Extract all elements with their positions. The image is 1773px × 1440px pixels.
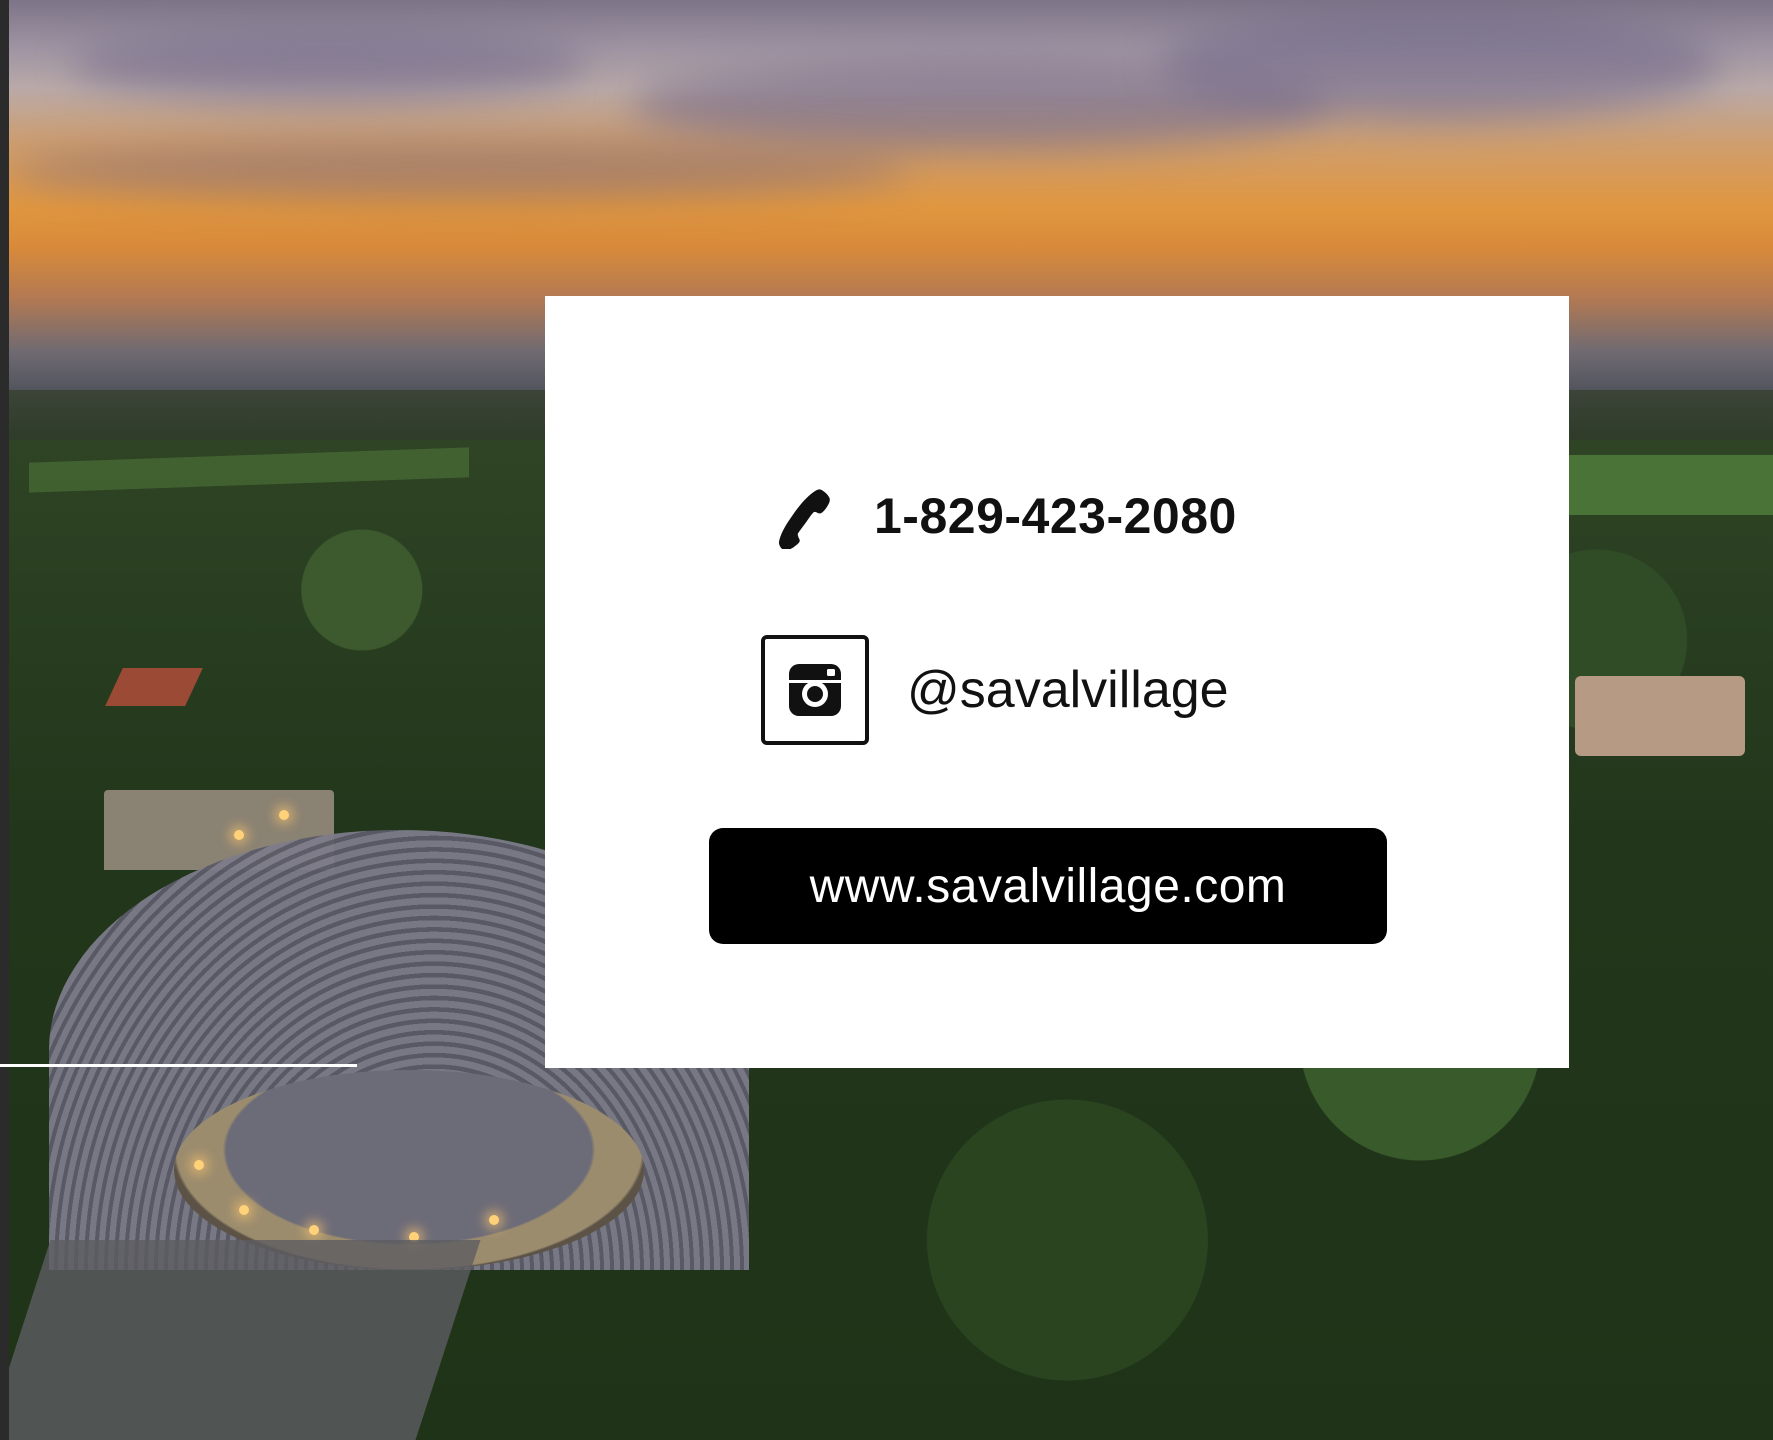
instagram-icon-box[interactable] — [761, 635, 869, 745]
golf-course-right — [1569, 455, 1773, 515]
phone-icon — [778, 489, 830, 549]
website-button[interactable]: www.savalvillage.com — [709, 828, 1387, 944]
villa-building — [1575, 676, 1745, 756]
phone-row[interactable]: 1-829-423-2080 — [778, 476, 1237, 556]
road — [9, 1240, 481, 1440]
phone-number[interactable]: 1-829-423-2080 — [874, 487, 1237, 545]
cloud — [9, 140, 909, 200]
instagram-icon — [789, 664, 841, 716]
instagram-handle[interactable]: @savalvillage — [907, 660, 1229, 720]
instagram-row[interactable]: @savalvillage — [761, 632, 1229, 748]
divider-line — [0, 1064, 357, 1067]
cloud — [69, 30, 589, 100]
cloud — [1159, 10, 1719, 120]
contact-card: 1-829-423-2080 @savalvillage www.savalvi… — [545, 296, 1569, 1068]
left-edge-strip — [0, 0, 9, 1440]
